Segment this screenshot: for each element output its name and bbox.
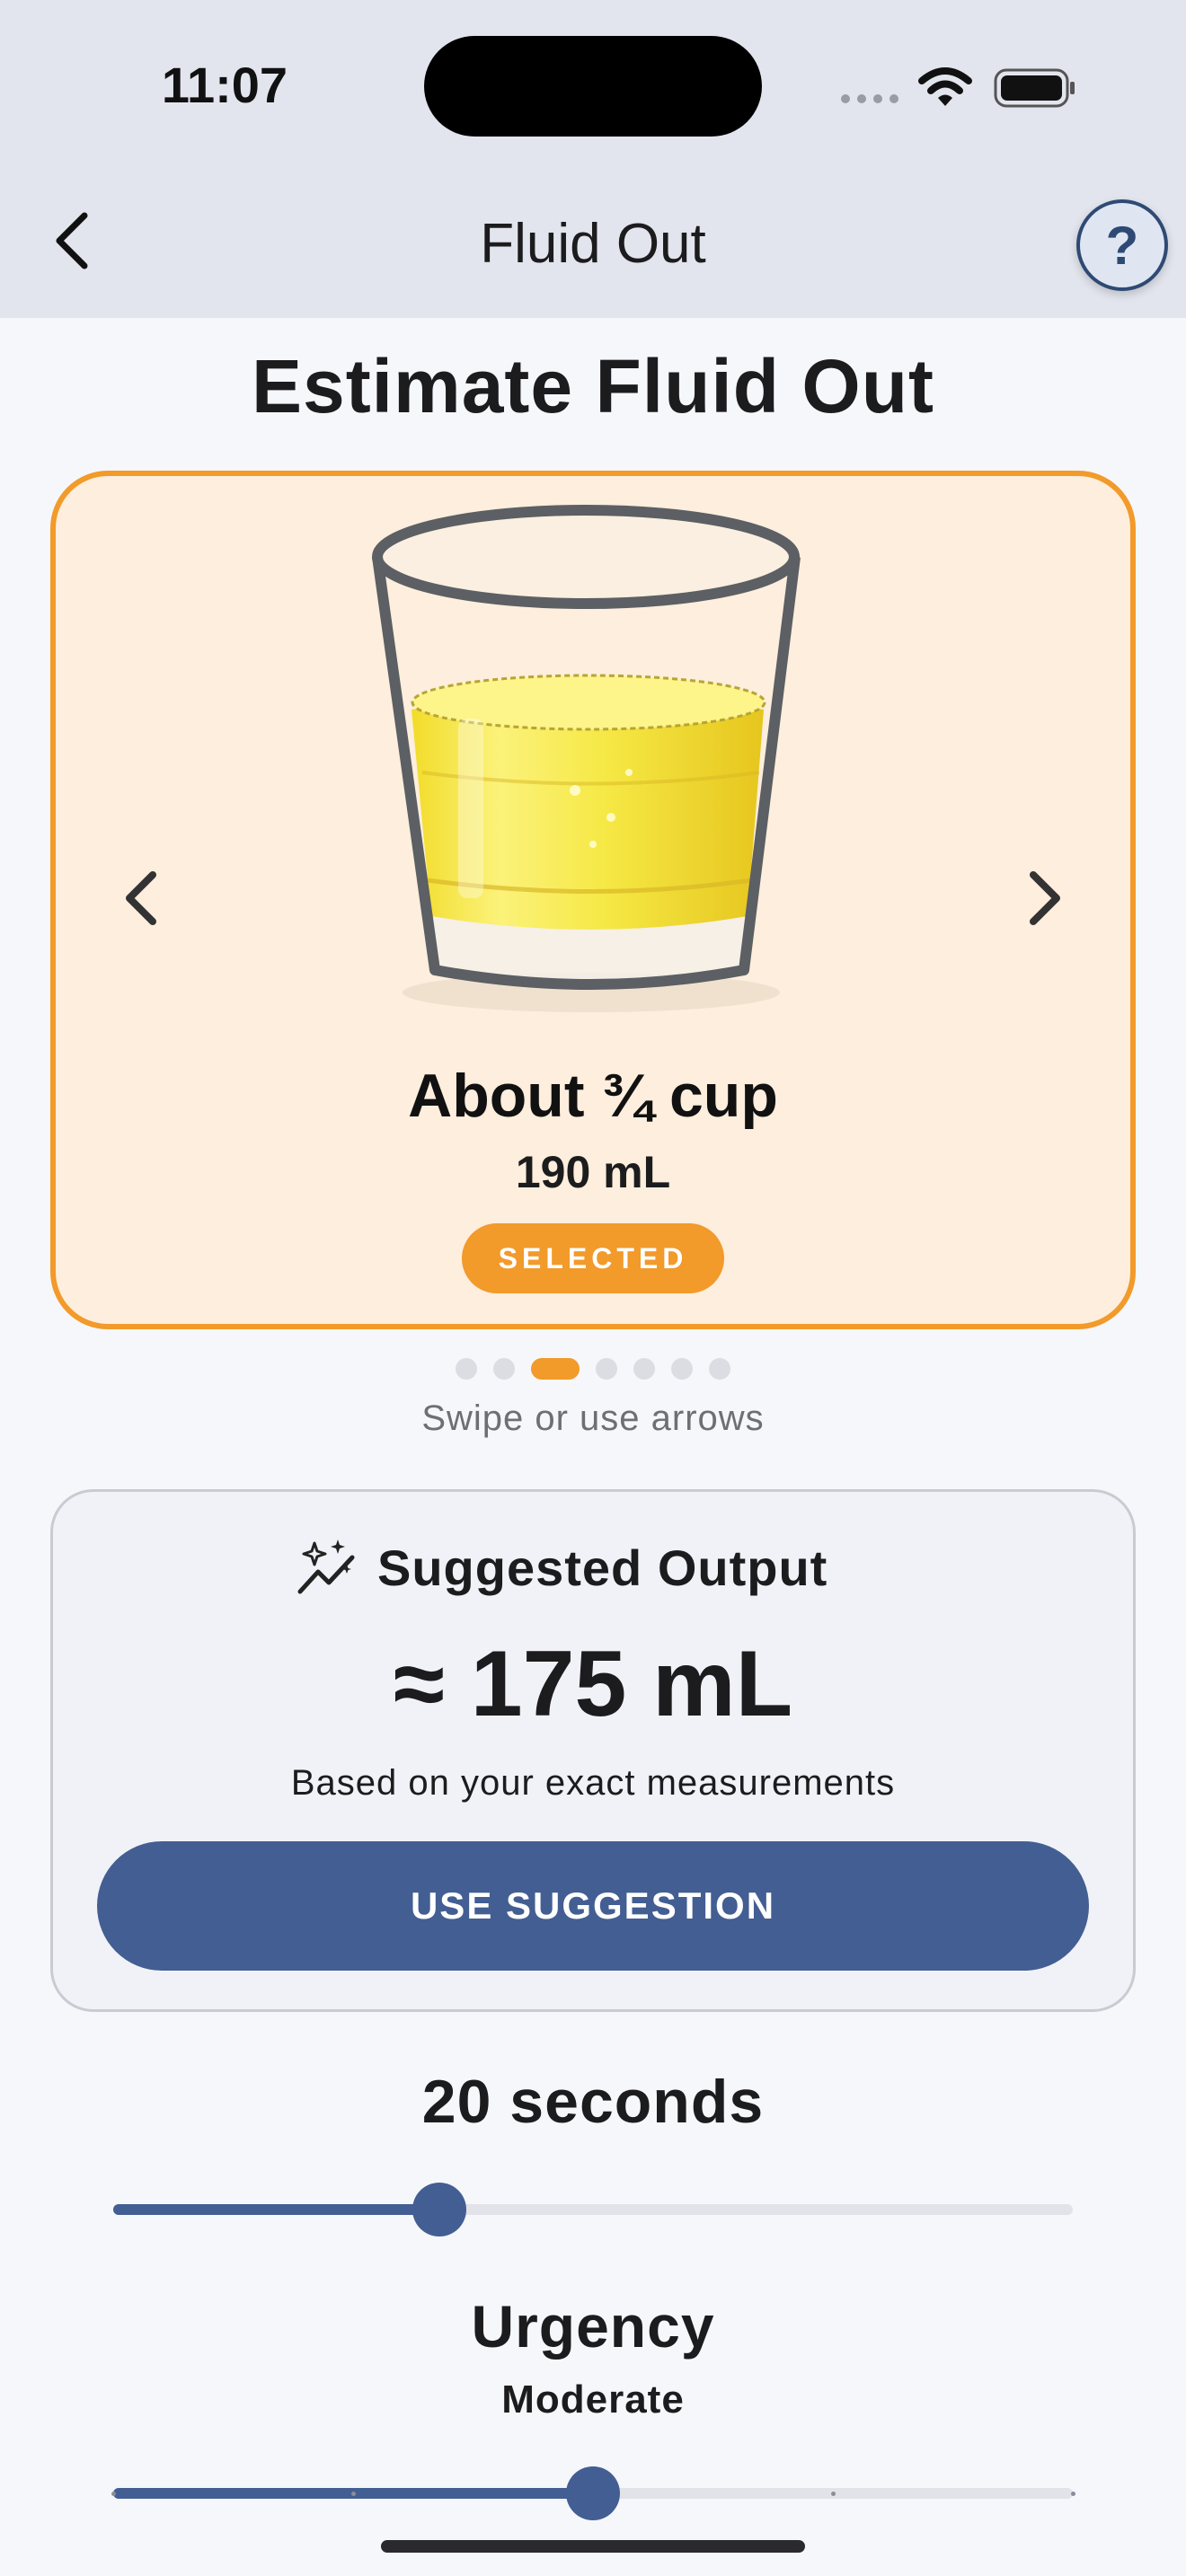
suggestion-note: Based on your exact measurements — [290, 1763, 896, 1803]
back-chevron-icon[interactable] — [45, 205, 104, 277]
glass-illustration — [372, 505, 801, 1012]
page-dot[interactable] — [493, 1358, 515, 1380]
use-suggestion-button[interactable]: USE SUGGESTION — [97, 1841, 1089, 1971]
urgency-tick — [111, 2491, 116, 2496]
status-time: 11:07 — [161, 57, 288, 113]
page-title: Estimate Fluid Out — [251, 344, 935, 428]
urgency-slider-thumb[interactable] — [566, 2466, 620, 2520]
duration-slider-thumb[interactable] — [412, 2183, 467, 2236]
wifi-icon — [918, 67, 972, 106]
next-arrow-icon[interactable] — [1019, 862, 1073, 934]
page-dot[interactable] — [709, 1358, 730, 1380]
sparkle-trend-icon — [297, 1539, 355, 1594]
selected-badge: SELECTED — [462, 1223, 724, 1293]
battery-icon — [994, 68, 1075, 108]
page-dot[interactable] — [671, 1358, 693, 1380]
help-button[interactable]: ? — [1076, 199, 1168, 291]
page-dot[interactable] — [531, 1358, 580, 1380]
urgency-tick — [1070, 2491, 1075, 2496]
dynamic-island — [424, 36, 762, 137]
home-indicator — [381, 2540, 805, 2553]
previous-arrow-icon[interactable] — [113, 862, 167, 934]
urgency-tick — [830, 2491, 836, 2496]
swipe-hint: Swipe or use arrows — [421, 1398, 765, 1438]
signal-icon — [841, 94, 898, 103]
page-dot[interactable] — [456, 1358, 477, 1380]
suggestion-value: ≈ 175 mL — [393, 1632, 793, 1736]
nav-title: Fluid Out — [480, 213, 706, 275]
suggestion-title: Suggested Output — [377, 1539, 828, 1596]
estimate-volume: 190 mL — [515, 1147, 671, 1197]
duration-slider-fill — [113, 2204, 440, 2215]
page-dot[interactable] — [596, 1358, 617, 1380]
page-dot[interactable] — [633, 1358, 655, 1380]
urgency-tick — [350, 2491, 356, 2496]
urgency-title: Urgency — [471, 2293, 715, 2360]
estimate-label: About ¾ cup — [408, 1062, 778, 1130]
duration-label: 20 seconds — [421, 2068, 765, 2136]
urgency-value: Moderate — [501, 2378, 685, 2422]
